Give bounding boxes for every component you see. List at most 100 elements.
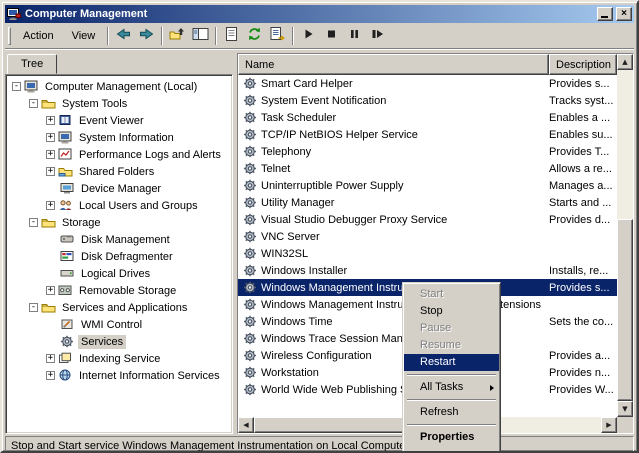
- expand-plus-box[interactable]: +: [46, 286, 55, 295]
- tree-item-event-viewer[interactable]: + Event Viewer: [8, 112, 232, 129]
- refresh-button[interactable]: [243, 25, 266, 46]
- service-row-windows-installer[interactable]: Windows Installer Installs, re...: [238, 262, 617, 279]
- expand-minus-box[interactable]: -: [12, 82, 21, 91]
- tree-item-storage[interactable]: - Storage: [8, 214, 232, 231]
- tree-item-indexing-service[interactable]: + Indexing Service: [8, 350, 232, 367]
- titlebar[interactable]: Computer Management ×: [5, 5, 634, 23]
- tree-item-disk-defragmenter[interactable]: Disk Defragmenter: [8, 248, 232, 265]
- scroll-right-button[interactable]: ▶: [601, 417, 617, 433]
- service-row-telnet[interactable]: Telnet Allows a re...: [238, 160, 617, 177]
- close-button[interactable]: ×: [616, 7, 632, 21]
- service-gear-icon: [243, 264, 257, 277]
- tree-pane: - Computer Management (Local) - System Tool…: [5, 74, 233, 434]
- tree-item-local-users-and-groups[interactable]: + Local Users and Groups: [8, 197, 232, 214]
- tree-item-label: Removable Storage: [79, 284, 177, 297]
- start-service-button[interactable]: [297, 25, 320, 46]
- minimize-button[interactable]: [597, 7, 613, 21]
- toolbar-separator: [161, 26, 164, 45]
- service-name-cell: Task Scheduler: [238, 109, 549, 126]
- context-menu-item-refresh[interactable]: Refresh: [404, 404, 499, 421]
- service-row-telephony[interactable]: Telephony Provides T...: [238, 143, 617, 160]
- expand-plus-box[interactable]: +: [46, 167, 55, 176]
- service-name-cell: Windows Management Instrumentation Drive…: [238, 296, 549, 313]
- expand-minus-box[interactable]: -: [29, 303, 38, 312]
- service-description: Starts and ...: [549, 196, 612, 209]
- expand-plus-box[interactable]: +: [46, 133, 55, 142]
- service-row-vnc-server[interactable]: VNC Server: [238, 228, 617, 245]
- service-gear-icon: [243, 298, 257, 311]
- menu-action[interactable]: Action: [14, 27, 63, 45]
- tree-item-services[interactable]: Services: [8, 333, 232, 350]
- context-menu-item-restart[interactable]: Restart: [404, 354, 499, 371]
- service-name: Utility Manager: [261, 196, 335, 209]
- service-row-smart-card-helper[interactable]: Smart Card Helper Provides s...: [238, 75, 617, 92]
- menubar-items: Action View: [14, 27, 104, 45]
- restart-service-button[interactable]: [366, 25, 389, 46]
- stop-service-button[interactable]: [320, 25, 343, 46]
- service-name: Windows Trace Session Manager: [261, 332, 425, 345]
- service-row-uninterruptible-power-supply[interactable]: Uninterruptible Power Supply Manages a...: [238, 177, 617, 194]
- properties-button[interactable]: [220, 25, 243, 46]
- column-header-description[interactable]: Description: [549, 54, 617, 75]
- tree-item-disk-management[interactable]: Disk Management: [8, 231, 232, 248]
- expand-plus-box[interactable]: +: [46, 371, 55, 380]
- back-button[interactable]: [112, 25, 135, 46]
- tree-item-logical-drives[interactable]: Logical Drives: [8, 265, 232, 282]
- minimize-icon: [601, 16, 608, 18]
- expand-minus-box[interactable]: -: [29, 99, 38, 108]
- up-level-button[interactable]: [166, 25, 189, 46]
- start-service-icon: [300, 26, 317, 45]
- service-row-task-scheduler[interactable]: Task Scheduler Enables a ...: [238, 109, 617, 126]
- tree-item-removable-storage[interactable]: + Removable Storage: [8, 282, 232, 299]
- tree-item-shared-folders[interactable]: + Shared Folders: [8, 163, 232, 180]
- indexing-icon: [58, 352, 73, 365]
- tree-item-system-tools[interactable]: - System Tools: [8, 95, 232, 112]
- tree-item-wmi-control[interactable]: WMI Control: [8, 316, 232, 333]
- tree-item-system-information[interactable]: + System Information: [8, 129, 232, 146]
- expand-plus-box[interactable]: +: [46, 201, 55, 210]
- scroll-up-button[interactable]: ▲: [617, 54, 633, 70]
- service-name: System Event Notification: [261, 94, 387, 107]
- context-menu-item-stop[interactable]: Stop: [404, 303, 499, 320]
- service-row-utility-manager[interactable]: Utility Manager Starts and ...: [238, 194, 617, 211]
- service-row-tcp-ip-netbios-helper-service[interactable]: TCP/IP NetBIOS Helper Service Enables su.…: [238, 126, 617, 143]
- expand-minus-box[interactable]: -: [29, 218, 38, 227]
- service-row-win32sl[interactable]: WIN32SL: [238, 245, 617, 262]
- vertical-scrollbar[interactable]: ▲ ▼: [617, 54, 633, 417]
- iis-icon: [58, 369, 73, 382]
- context-menu-item-label: Pause: [420, 322, 452, 334]
- tree-item-services-and-applications[interactable]: - Services and Applications: [8, 299, 232, 316]
- scroll-left-button[interactable]: ◀: [238, 417, 254, 433]
- service-row-visual-studio-debugger-proxy-service[interactable]: Visual Studio Debugger Proxy Service Prov…: [238, 211, 617, 228]
- service-name: Windows Time: [261, 315, 333, 328]
- context-menu-item-properties[interactable]: Properties: [404, 429, 499, 446]
- expand-plus-box[interactable]: +: [46, 354, 55, 363]
- show-tree-button[interactable]: [189, 25, 212, 46]
- tree-item-performance-logs-and-alerts[interactable]: + Performance Logs and Alerts: [8, 146, 232, 163]
- export-list-button[interactable]: [266, 25, 289, 46]
- pause-service-button[interactable]: [343, 25, 366, 46]
- disk-icon: [60, 233, 75, 246]
- expand-plus-box[interactable]: +: [46, 150, 55, 159]
- expand-plus-box[interactable]: +: [46, 116, 55, 125]
- forward-button[interactable]: [135, 25, 158, 46]
- service-gear-icon: [243, 179, 257, 192]
- service-name-cell: Uninterruptible Power Supply: [238, 177, 549, 194]
- service-description: Provides d...: [549, 213, 611, 226]
- menu-view[interactable]: View: [63, 27, 105, 45]
- context-menu-item-all-tasks[interactable]: All Tasks: [404, 379, 499, 396]
- tab-tree[interactable]: Tree: [7, 54, 58, 74]
- tree-item-computer-management-local[interactable]: - Computer Management (Local): [8, 78, 232, 95]
- tree-item-device-manager[interactable]: Device Manager: [8, 180, 232, 197]
- service-gear-icon: [243, 162, 257, 175]
- vertical-scroll-thumb[interactable]: [617, 218, 633, 401]
- service-row-system-event-notification[interactable]: System Event Notification Tracks syst...: [238, 92, 617, 109]
- toolbar-grip[interactable]: [8, 26, 11, 45]
- service-name-cell: System Event Notification: [238, 92, 549, 109]
- vertical-scroll-track[interactable]: [617, 70, 633, 401]
- tree-item-internet-information-services[interactable]: + Internet Information Services: [8, 367, 232, 384]
- scroll-down-button[interactable]: ▼: [617, 401, 633, 417]
- left-pane: Tree - Computer Management (Local) - System…: [5, 53, 233, 434]
- column-header-name[interactable]: Name: [238, 54, 549, 75]
- service-description: Provides W...: [549, 383, 614, 396]
